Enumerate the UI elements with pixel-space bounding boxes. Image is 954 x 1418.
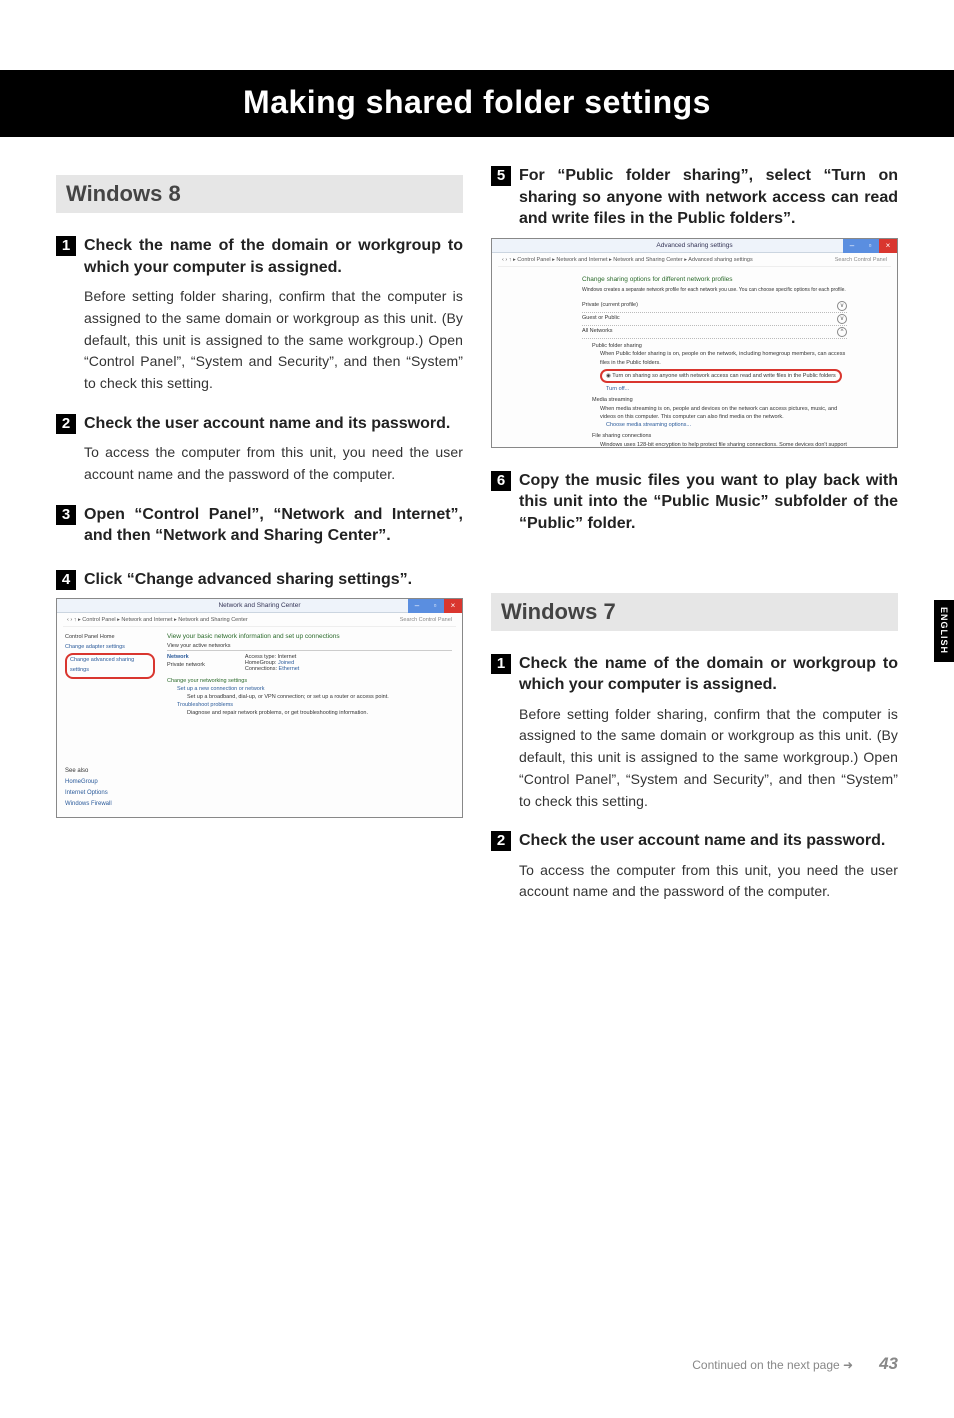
win8-step-1: 1 Check the name of the domain or workgr… bbox=[56, 235, 463, 278]
step-number-icon: 3 bbox=[56, 505, 76, 525]
public-folder-sharing-desc: When Public folder sharing is on, people… bbox=[600, 350, 847, 367]
window-buttons: – ▫ × bbox=[843, 239, 897, 253]
step-title: Check the name of the domain or workgrou… bbox=[84, 235, 463, 278]
content-columns: Windows 8 1 Check the name of the domain… bbox=[0, 165, 954, 921]
media-streaming-label: Media streaming bbox=[592, 396, 847, 404]
window-title: Advanced sharing settings bbox=[492, 239, 897, 253]
win7-step-1: 1 Check the name of the domain or workgr… bbox=[491, 653, 898, 696]
win8-step-6: 6 Copy the music files you want to play … bbox=[491, 470, 898, 535]
minimize-icon[interactable]: – bbox=[843, 239, 861, 253]
change-net-heading: Change your networking settings bbox=[167, 678, 452, 684]
turn-off-public-sharing-radio[interactable]: Turn off... bbox=[606, 385, 847, 393]
sidebar-change-advanced[interactable]: Change advanced sharing settings bbox=[65, 653, 155, 679]
page-footer: Continued on the next page ➜ 43 bbox=[56, 1354, 898, 1374]
continued-label: Continued on the next page ➜ bbox=[692, 1358, 853, 1372]
profile-all-networks[interactable]: All Networks bbox=[582, 327, 613, 337]
page-title-band: Making shared folder settings bbox=[0, 70, 954, 137]
file-sharing-connections-desc: Windows uses 128-bit encryption to help … bbox=[600, 441, 847, 448]
step-body: To access the computer from this unit, y… bbox=[519, 860, 898, 903]
window-buttons: – ▫ × bbox=[408, 599, 462, 613]
step-number-icon: 6 bbox=[491, 471, 511, 491]
close-icon[interactable]: × bbox=[879, 239, 897, 253]
chevron-up-icon[interactable]: ^ bbox=[837, 327, 847, 337]
sidebar-adapter[interactable]: Change adapter settings bbox=[65, 643, 155, 653]
step-number-icon: 4 bbox=[56, 570, 76, 590]
setup-connection-link[interactable]: Set up a new connection or network bbox=[177, 686, 452, 692]
close-icon[interactable]: × bbox=[444, 599, 462, 613]
maximize-icon[interactable]: ▫ bbox=[861, 239, 879, 253]
settings-body: Change sharing options for different net… bbox=[572, 269, 857, 447]
step-body: Before setting folder sharing, confirm t… bbox=[84, 286, 463, 394]
main-panel: View your basic network information and … bbox=[167, 633, 452, 718]
view-active-label: View your active networks bbox=[167, 643, 452, 651]
see-also-homegroup[interactable]: HomeGroup bbox=[65, 777, 112, 788]
screenshot-network-sharing-center: Network and Sharing Center – ▫ × ‹ › ↑ ▸… bbox=[56, 598, 463, 818]
breadcrumb-bar: ‹ › ↑ ▸ Control Panel ▸ Network and Inte… bbox=[498, 253, 891, 267]
public-folder-sharing-label: Public folder sharing bbox=[592, 342, 847, 350]
step-title: Open “Control Panel”, “Network and Inter… bbox=[84, 504, 463, 547]
media-streaming-desc: When media streaming is on, people and d… bbox=[600, 405, 847, 422]
section-heading-win7: Windows 7 bbox=[491, 593, 898, 631]
turn-on-public-sharing-radio[interactable]: ◉ Turn on sharing so anyone with network… bbox=[600, 369, 842, 383]
page-number: 43 bbox=[879, 1354, 898, 1374]
step-body: To access the computer from this unit, y… bbox=[84, 442, 463, 485]
step-body: Before setting folder sharing, confirm t… bbox=[519, 704, 898, 812]
chevron-down-icon[interactable]: v bbox=[837, 301, 847, 311]
left-column: Windows 8 1 Check the name of the domain… bbox=[56, 165, 463, 921]
breadcrumb[interactable]: ‹ › ↑ ▸ Control Panel ▸ Network and Inte… bbox=[67, 613, 248, 626]
main-heading: View your basic network information and … bbox=[167, 633, 452, 640]
see-also-windows-firewall[interactable]: Windows Firewall bbox=[65, 799, 112, 810]
language-tab: ENGLISH bbox=[934, 600, 954, 662]
settings-sub: Windows creates a separate network profi… bbox=[582, 287, 847, 295]
search-input[interactable]: Search Control Panel bbox=[835, 253, 887, 266]
minimize-icon[interactable]: – bbox=[408, 599, 426, 613]
maximize-icon[interactable]: ▫ bbox=[426, 599, 444, 613]
screenshot-advanced-sharing: Advanced sharing settings – ▫ × ‹ › ↑ ▸ … bbox=[491, 238, 898, 448]
setup-connection-sub: Set up a broadband, dial-up, or VPN conn… bbox=[187, 694, 452, 700]
see-also-label: See also bbox=[65, 766, 112, 777]
settings-heading: Change sharing options for different net… bbox=[582, 275, 847, 285]
file-sharing-connections-label: File sharing connections bbox=[592, 432, 847, 440]
step-number-icon: 2 bbox=[56, 414, 76, 434]
section-heading-win8: Windows 8 bbox=[56, 175, 463, 213]
media-streaming-link[interactable]: Choose media streaming options... bbox=[606, 421, 847, 429]
troubleshoot-sub: Diagnose and repair network problems, or… bbox=[187, 710, 452, 716]
step-number-icon: 1 bbox=[491, 654, 511, 674]
page-title: Making shared folder settings bbox=[0, 84, 954, 121]
step-title: Check the user account name and its pass… bbox=[84, 413, 450, 435]
see-also: See also HomeGroup Internet Options Wind… bbox=[65, 766, 112, 809]
win8-step-5: 5 For “Public folder sharing”, select “T… bbox=[491, 165, 898, 230]
step-number-icon: 1 bbox=[56, 236, 76, 256]
sidebar-home[interactable]: Control Panel Home bbox=[65, 633, 155, 643]
sidebar: Control Panel Home Change adapter settin… bbox=[65, 633, 155, 679]
search-input[interactable]: Search Control Panel bbox=[400, 613, 452, 626]
win8-step-4: 4 Click “Change advanced sharing setting… bbox=[56, 569, 463, 591]
see-also-internet-options[interactable]: Internet Options bbox=[65, 788, 112, 799]
network-name[interactable]: Network bbox=[167, 654, 205, 660]
step-title: Check the name of the domain or workgrou… bbox=[519, 653, 898, 696]
right-column: 5 For “Public folder sharing”, select “T… bbox=[491, 165, 898, 921]
win8-step-2: 2 Check the user account name and its pa… bbox=[56, 413, 463, 435]
network-kind: Private network bbox=[167, 662, 205, 668]
step-title: Copy the music files you want to play ba… bbox=[519, 470, 898, 535]
breadcrumb[interactable]: ‹ › ↑ ▸ Control Panel ▸ Network and Inte… bbox=[502, 253, 753, 266]
connections-label: Connections: bbox=[245, 666, 277, 672]
troubleshoot-link[interactable]: Troubleshoot problems bbox=[177, 702, 452, 708]
step-title: For “Public folder sharing”, select “Tur… bbox=[519, 165, 898, 230]
breadcrumb-bar: ‹ › ↑ ▸ Control Panel ▸ Network and Inte… bbox=[63, 613, 456, 627]
win7-step-2: 2 Check the user account name and its pa… bbox=[491, 830, 898, 852]
step-number-icon: 5 bbox=[491, 166, 511, 186]
chevron-down-icon[interactable]: v bbox=[837, 314, 847, 324]
step-number-icon: 2 bbox=[491, 831, 511, 851]
win8-step-3: 3 Open “Control Panel”, “Network and Int… bbox=[56, 504, 463, 547]
profile-guest[interactable]: Guest or Public bbox=[582, 314, 620, 324]
step-title: Click “Change advanced sharing settings”… bbox=[84, 569, 412, 591]
ethernet-link[interactable]: Ethernet bbox=[279, 666, 300, 672]
profile-private[interactable]: Private (current profile) bbox=[582, 301, 638, 311]
window-title: Network and Sharing Center bbox=[57, 599, 462, 613]
step-title: Check the user account name and its pass… bbox=[519, 830, 885, 852]
